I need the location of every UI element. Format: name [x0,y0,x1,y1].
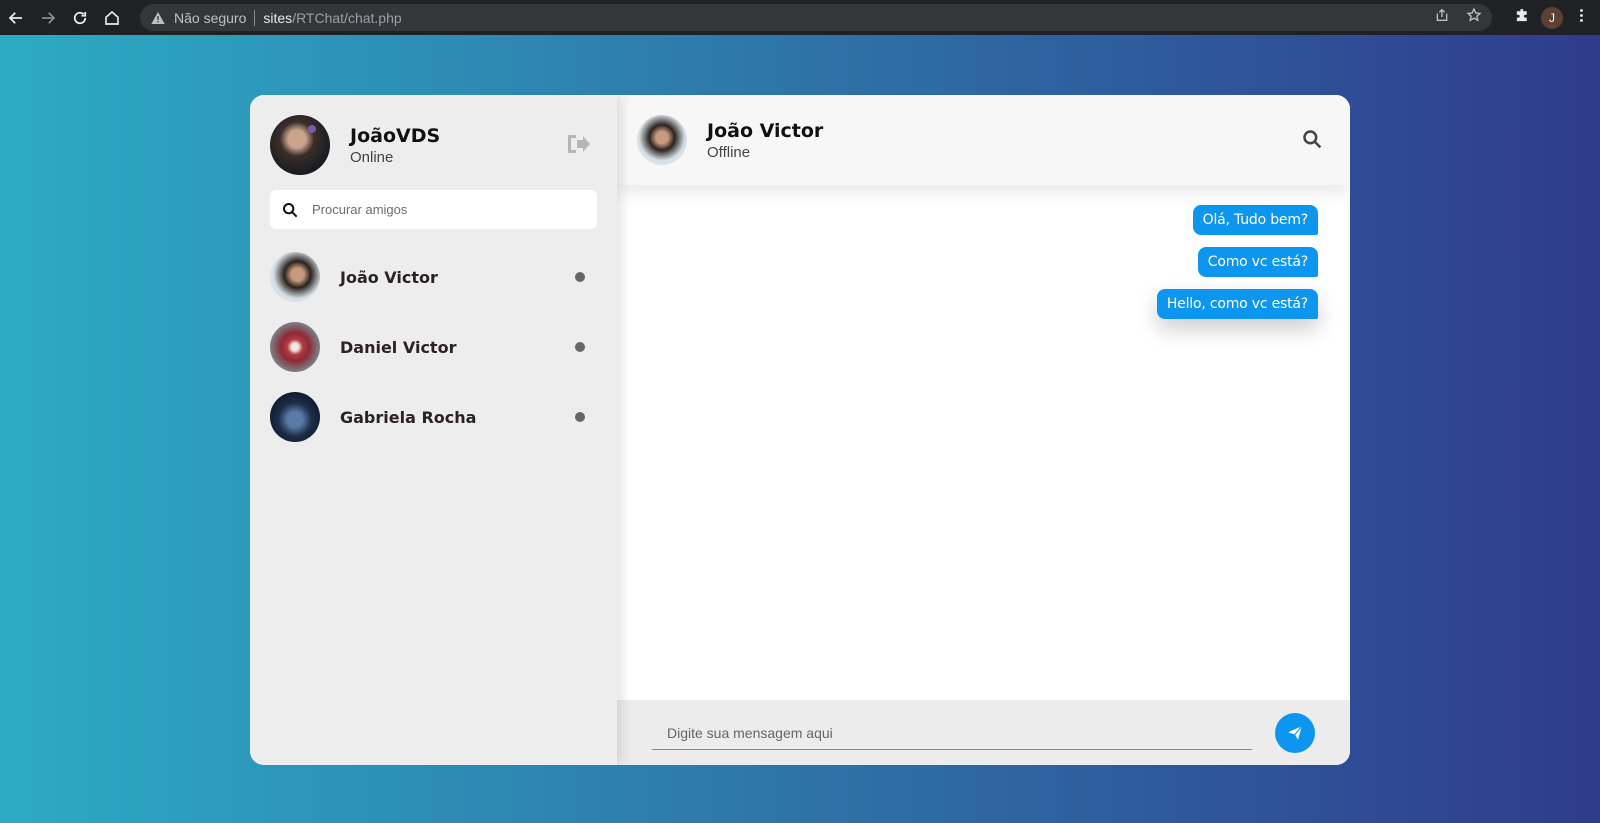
message-input[interactable] [652,716,1252,750]
extensions-area: J [1514,0,1600,35]
current-user-info: JoãoVDS Online [350,125,440,166]
friends-list: João Victor Daniel Victor Gabriela Rocha [270,252,597,462]
contact-name: João Victor [707,119,824,142]
avatar [637,115,687,165]
status-dot [575,272,585,282]
reload-icon [73,11,87,24]
status-dot [575,412,585,422]
menu-dots-icon[interactable] [1573,7,1590,29]
current-user-status: Online [350,148,394,166]
reload-button[interactable] [64,0,96,35]
avatar [270,115,330,175]
send-button[interactable] [1275,713,1315,753]
chat-header: João Victor Offline [617,95,1350,185]
chat-app-window: JoãoVDS Online João Victor [250,95,1350,765]
send-plane-icon [1288,725,1303,740]
url-host: sites [263,9,293,26]
url-path: /RTChat/chat.php [292,9,402,26]
extensions-puzzle-icon[interactable] [1514,7,1531,29]
current-user-header: JoãoVDS Online [270,115,597,175]
bookmark-star-icon[interactable] [1466,7,1482,28]
share-icon[interactable] [1434,7,1450,28]
friend-name: Daniel Victor [340,337,457,357]
list-item[interactable]: Daniel Victor [270,322,597,372]
page-background: JoãoVDS Online João Victor [0,35,1600,823]
profile-avatar[interactable]: J [1541,6,1563,29]
search-icon [282,202,298,218]
friend-name: Gabriela Rocha [340,407,477,427]
message-bubble: Como vc está? [1197,247,1318,277]
browser-toolbar: Não seguro sites/RTChat/chat.php J [0,0,1600,35]
security-label[interactable]: Não seguro [174,10,246,26]
search-input[interactable] [312,202,597,217]
friend-search [270,190,597,229]
friend-name: João Victor [340,267,438,287]
logout-icon[interactable] [565,133,591,155]
contact-info: João Victor Offline [707,120,823,161]
home-icon [105,10,119,25]
message-list: Olá, Tudo bem? Como vc está? Hello, como… [1156,205,1318,319]
address-bar[interactable]: Não seguro sites/RTChat/chat.php [140,4,1492,31]
forward-button[interactable] [32,0,64,35]
list-item[interactable]: Gabriela Rocha [270,392,597,442]
avatar [270,322,320,372]
sidebar: JoãoVDS Online João Victor [250,95,617,765]
avatar [270,252,320,302]
search-icon[interactable] [1302,129,1322,149]
omnibox-actions [1434,4,1482,31]
warning-icon [150,10,166,26]
arrow-right-icon [42,11,56,24]
back-button[interactable] [0,0,32,35]
contact-status: Offline [707,143,751,161]
list-item[interactable]: João Victor [270,252,597,302]
home-button[interactable] [96,0,128,35]
status-dot [575,342,585,352]
avatar [270,392,320,442]
message-bubble: Hello, como vc está? [1156,289,1318,319]
current-user-name: JoãoVDS [350,124,441,147]
omnibox-divider [254,9,256,26]
message-bubble: Olá, Tudo bem? [1192,205,1318,235]
chat-panel: João Victor Offline Olá, Tudo bem? Como … [617,95,1350,765]
message-composer [617,700,1350,765]
arrow-left-icon [8,11,22,24]
